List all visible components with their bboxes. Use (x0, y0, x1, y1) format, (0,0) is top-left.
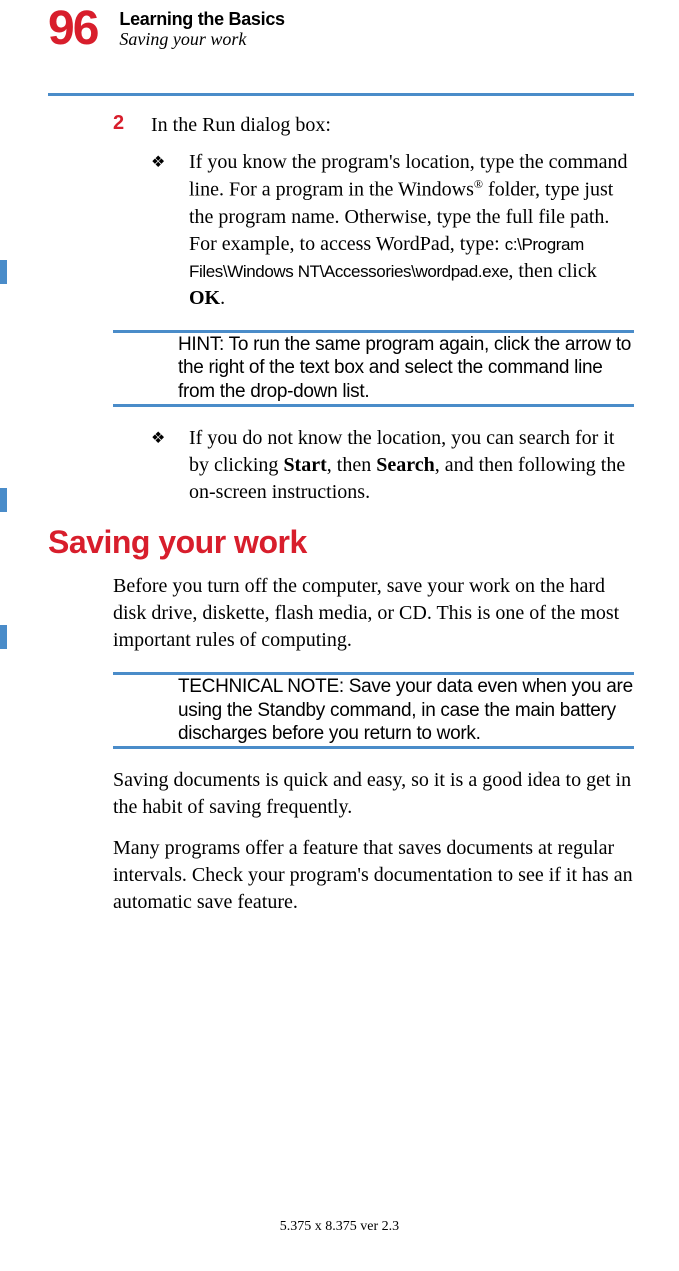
step-number: 2 (113, 112, 151, 139)
section-heading: Saving your work (48, 524, 634, 561)
paragraph: Before you turn off the computer, save y… (113, 573, 634, 654)
bullet-item: ❖ If you know the program's location, ty… (151, 149, 634, 312)
diamond-bullet-icon: ❖ (151, 149, 189, 312)
step-item: 2 In the Run dialog box: (113, 112, 634, 139)
technical-note: TECHNICAL NOTE: Save your data even when… (48, 672, 634, 749)
paragraph: Many programs offer a feature that saves… (113, 835, 634, 916)
section-subtitle: Saving your work (119, 29, 284, 50)
page-number: 96 (48, 5, 97, 53)
bullet-text: If you do not know the location, you can… (189, 425, 634, 506)
step-text: In the Run dialog box: (151, 112, 331, 139)
page-header: 96 Learning the Basics Saving your work (48, 5, 634, 53)
paragraph: Saving documents is quick and easy, so i… (113, 767, 634, 821)
chapter-title: Learning the Basics (119, 9, 284, 30)
divider (48, 93, 634, 96)
diamond-bullet-icon: ❖ (151, 425, 189, 506)
hint-note: HINT: To run the same program again, cli… (48, 330, 634, 407)
divider (113, 404, 634, 407)
footer-text: 5.375 x 8.375 ver 2.3 (0, 1219, 679, 1235)
bullet-item: ❖ If you do not know the location, you c… (151, 425, 634, 506)
bullet-text: If you know the program's location, type… (189, 149, 634, 312)
divider (113, 746, 634, 749)
hint-text: HINT: To run the same program again, cli… (113, 333, 634, 404)
technical-note-text: TECHNICAL NOTE: Save your data even when… (113, 675, 634, 746)
